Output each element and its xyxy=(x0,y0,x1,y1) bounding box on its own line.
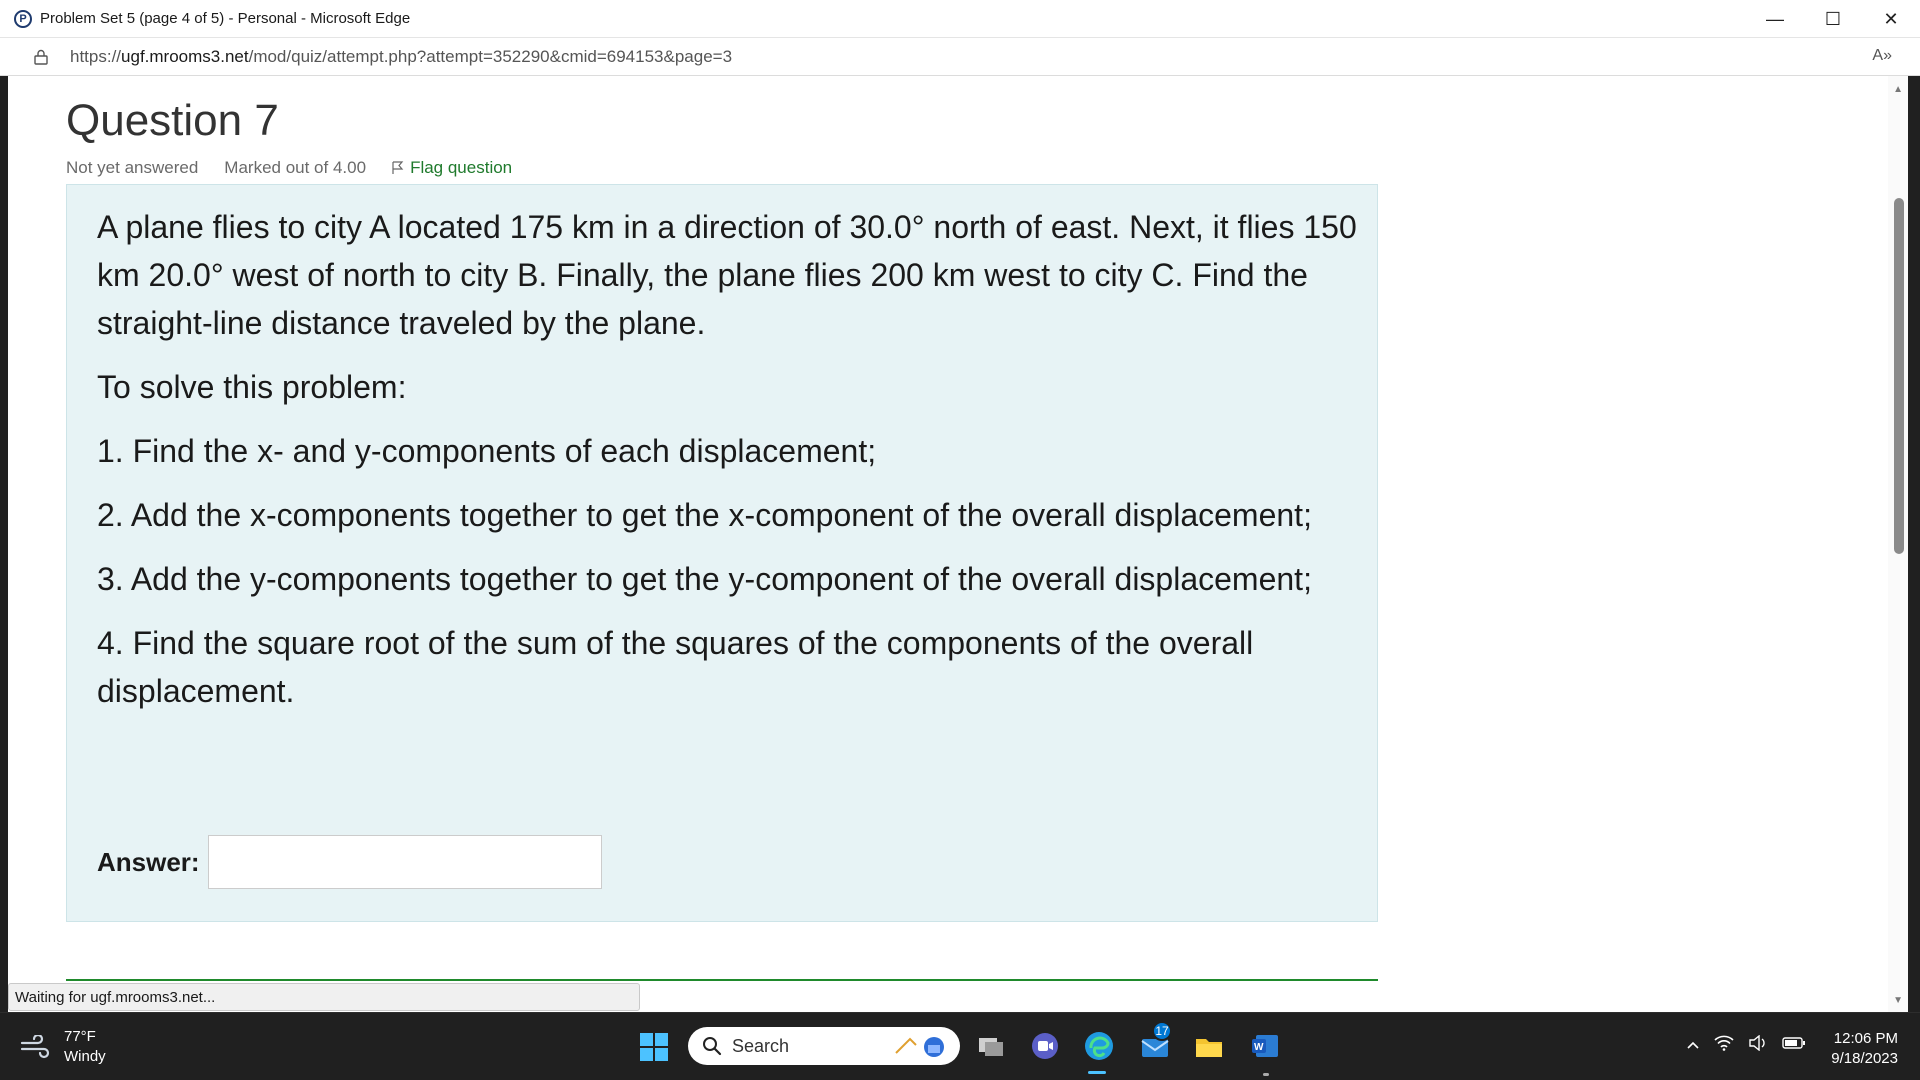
profile-app-icon: P xyxy=(14,9,32,28)
mail-badge: 17 xyxy=(1152,1021,1172,1041)
wifi-icon[interactable] xyxy=(1714,1035,1734,1056)
page-content: Question 7 Not yet answered Marked out o… xyxy=(8,76,1908,1012)
question-status: Not yet answered xyxy=(66,158,199,177)
lock-icon[interactable] xyxy=(32,48,50,66)
running-app-indicator xyxy=(1263,1073,1269,1076)
read-aloud-icon[interactable]: A» xyxy=(1872,47,1892,65)
weather-temp: 77°F xyxy=(64,1028,96,1045)
wind-icon xyxy=(20,1035,50,1059)
active-app-indicator xyxy=(1088,1071,1106,1074)
flag-icon xyxy=(392,161,404,174)
flag-question-link[interactable]: Flag question xyxy=(392,158,538,178)
question-paragraph: To solve this problem: xyxy=(97,369,407,405)
teams-icon[interactable] xyxy=(1028,1029,1062,1063)
scroll-thumb[interactable] xyxy=(1894,198,1904,554)
taskbar-clock[interactable]: 12:06 PM 9/18/2023 xyxy=(1831,1029,1898,1069)
search-highlight-icon xyxy=(895,1037,944,1057)
taskbar: 77°F Windy Search 17 W 12:06 PM 9/18/202… xyxy=(0,1012,1920,1080)
question-text: A plane flies to city A located 175 km i… xyxy=(97,203,1357,731)
flag-question-label: Flag question xyxy=(410,158,513,177)
answer-input[interactable] xyxy=(207,835,602,889)
task-view-icon[interactable] xyxy=(974,1029,1008,1063)
search-placeholder: Search xyxy=(732,1035,790,1056)
loading-status-bar: Waiting for ugf.mrooms3.net... xyxy=(8,983,640,1011)
battery-icon[interactable] xyxy=(1782,1036,1806,1055)
answer-row: Answer: xyxy=(97,835,602,889)
windows-start-icon[interactable] xyxy=(640,1033,668,1061)
section-divider xyxy=(66,979,1378,981)
edge-browser-icon[interactable] xyxy=(1082,1029,1116,1063)
question-step: 1. Find the x- and y-components of each … xyxy=(97,433,877,469)
question-step: 3. Add the y-components together to get … xyxy=(97,561,1312,597)
scroll-up-icon[interactable]: ▲ xyxy=(1893,84,1903,95)
question-marks: Marked out of 4.00 xyxy=(224,158,367,177)
question-box: A plane flies to city A located 175 km i… xyxy=(66,184,1378,922)
question-title: Question 7 xyxy=(66,96,279,145)
window-title: Problem Set 5 (page 4 of 5) - Personal -… xyxy=(40,10,411,27)
url-text[interactable]: https://ugf.mrooms3.net/mod/quiz/attempt… xyxy=(70,47,732,67)
minimize-button[interactable]: — xyxy=(1746,0,1804,38)
clock-date: 9/18/2023 xyxy=(1831,1050,1898,1067)
taskbar-search-box[interactable]: Search xyxy=(688,1027,960,1065)
question-paragraph: A plane flies to city A located 175 km i… xyxy=(97,209,1357,341)
close-button[interactable]: ✕ xyxy=(1862,0,1920,38)
question-meta: Not yet answered Marked out of 4.00 Flag… xyxy=(66,158,564,178)
question-step: 4. Find the square root of the sum of th… xyxy=(97,625,1254,709)
window-title-bar: P Problem Set 5 (page 4 of 5) - Personal… xyxy=(0,0,1920,38)
file-explorer-icon[interactable] xyxy=(1192,1029,1226,1063)
scroll-down-icon[interactable]: ▼ xyxy=(1893,995,1903,1006)
word-icon[interactable]: W xyxy=(1248,1029,1282,1063)
svg-text:W: W xyxy=(1254,1042,1264,1053)
weather-widget[interactable]: 77°F Windy xyxy=(20,1027,106,1067)
chevron-up-icon[interactable] xyxy=(1686,1037,1700,1055)
question-step: 2. Add the x-components together to get … xyxy=(97,497,1312,533)
address-bar[interactable]: https://ugf.mrooms3.net/mod/quiz/attempt… xyxy=(0,38,1920,76)
search-icon xyxy=(703,1037,722,1056)
vertical-scrollbar[interactable]: ▲ ▼ xyxy=(1888,76,1908,1012)
weather-desc: Windy xyxy=(64,1048,106,1065)
answer-label: Answer: xyxy=(97,846,200,877)
window-controls: — ☐ ✕ xyxy=(1746,0,1920,38)
clock-time: 12:06 PM xyxy=(1833,1030,1898,1047)
system-tray xyxy=(1686,1034,1806,1056)
maximize-button[interactable]: ☐ xyxy=(1804,0,1862,38)
volume-icon[interactable] xyxy=(1748,1034,1768,1056)
